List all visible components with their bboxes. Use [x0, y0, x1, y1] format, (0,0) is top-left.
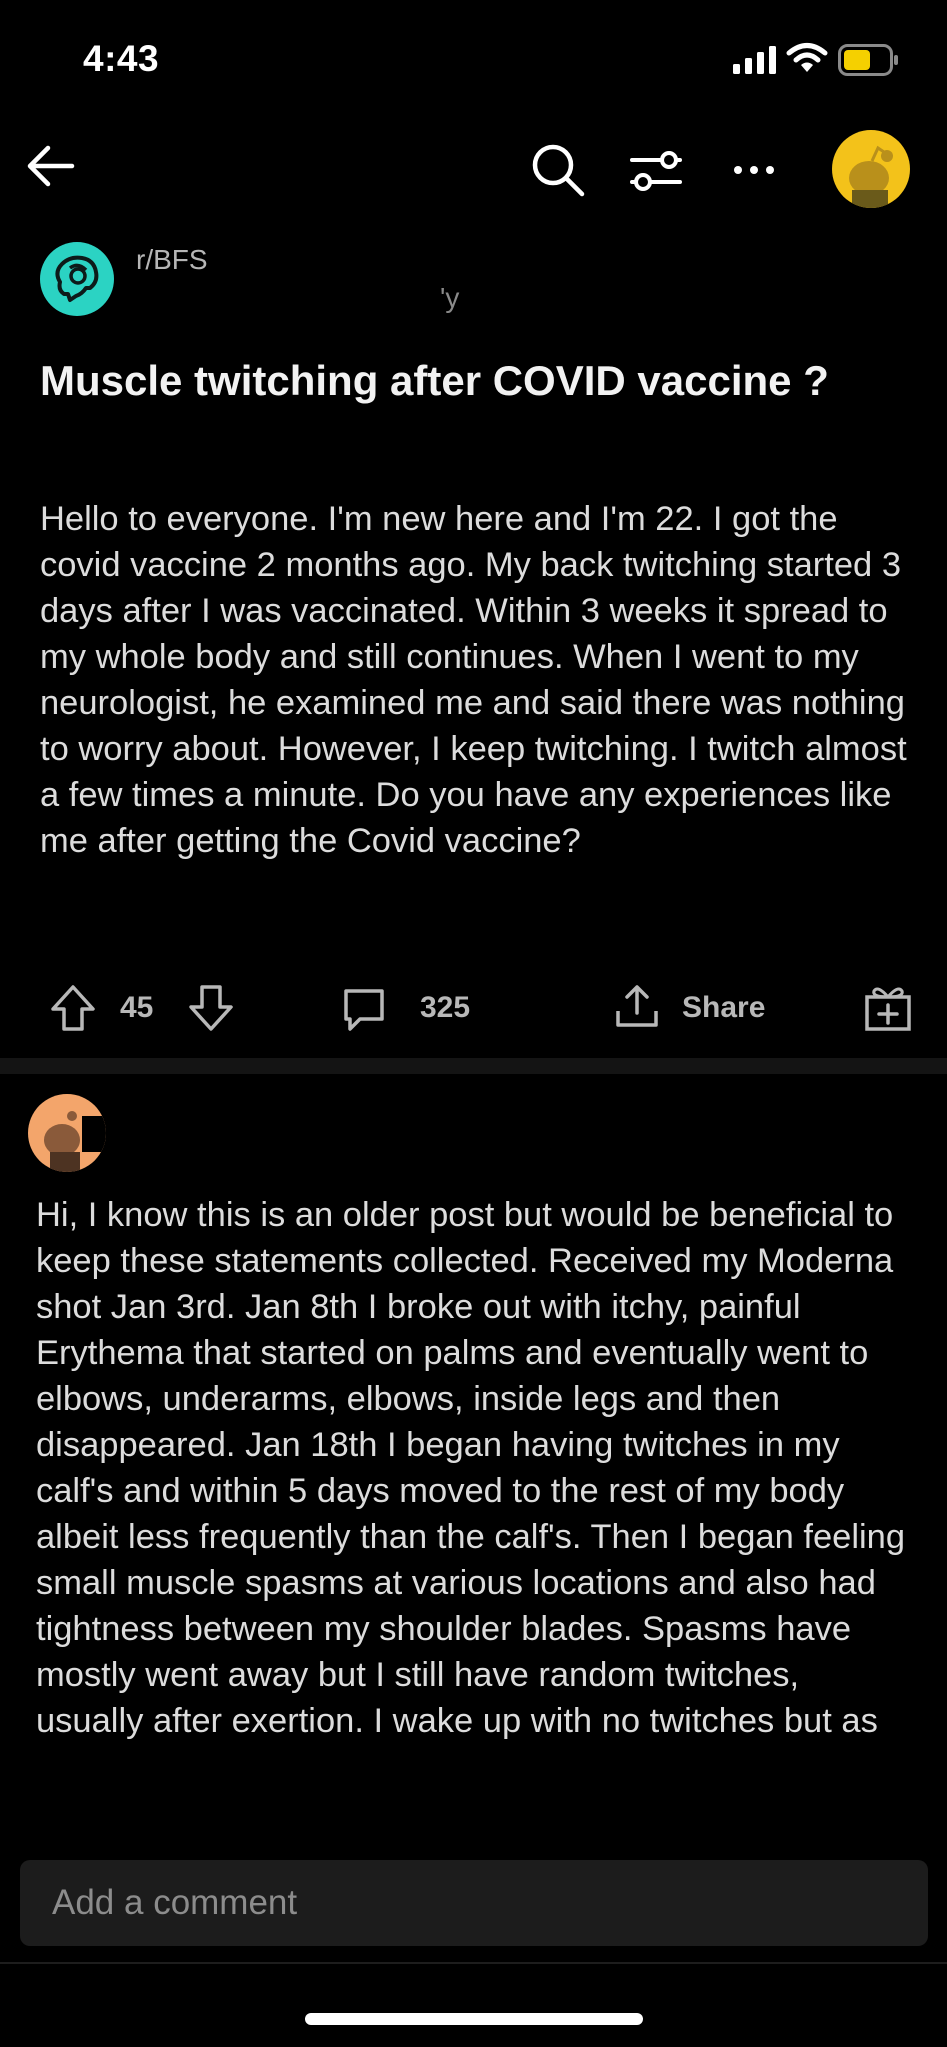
snoo-avatar-icon	[44, 1111, 106, 1172]
section-divider	[0, 1058, 947, 1074]
comment-text: Hi, I know this is an older post but wou…	[36, 1196, 906, 1740]
battery-icon	[838, 44, 898, 76]
comment-author-avatar[interactable]	[28, 1094, 106, 1172]
bottom-divider	[0, 1962, 947, 1964]
cellular-signal-icon	[733, 46, 776, 74]
post-author-meta: 'y	[440, 282, 460, 313]
back-arrow-icon[interactable]	[20, 136, 80, 196]
filter-icon[interactable]	[626, 140, 686, 200]
award-gift-icon[interactable]	[862, 981, 914, 1033]
post-body: Hello to everyone. I'm new here and I'm …	[40, 500, 907, 860]
home-indicator[interactable]	[305, 2013, 643, 2025]
vote-count: 45	[120, 991, 154, 1024]
user-avatar[interactable]	[832, 130, 910, 208]
snoo-avatar-icon	[849, 145, 893, 208]
post-action-bar: 45 325 Share	[0, 975, 947, 1045]
more-options-icon[interactable]	[724, 140, 784, 200]
subreddit-icon[interactable]	[40, 242, 114, 316]
comment-count[interactable]: 325	[420, 991, 470, 1025]
share-icon[interactable]	[612, 981, 662, 1031]
share-button[interactable]: Share	[682, 991, 765, 1025]
wifi-icon	[786, 43, 828, 72]
status-bar: 4:43	[0, 0, 947, 120]
downvote-arrow-icon[interactable]	[186, 983, 236, 1033]
upvote-arrow-icon[interactable]	[48, 983, 98, 1033]
search-icon[interactable]	[528, 140, 588, 200]
post-title: Muscle twitching after COVID vaccine ?	[40, 357, 829, 404]
top-nav-bar	[0, 120, 947, 220]
brain-icon	[55, 255, 99, 302]
status-time: 4:43	[83, 38, 160, 79]
subreddit-name[interactable]: r/BFS	[136, 244, 208, 276]
add-comment-input[interactable]	[20, 1860, 928, 1946]
comment-bubble-icon[interactable]	[340, 985, 388, 1033]
